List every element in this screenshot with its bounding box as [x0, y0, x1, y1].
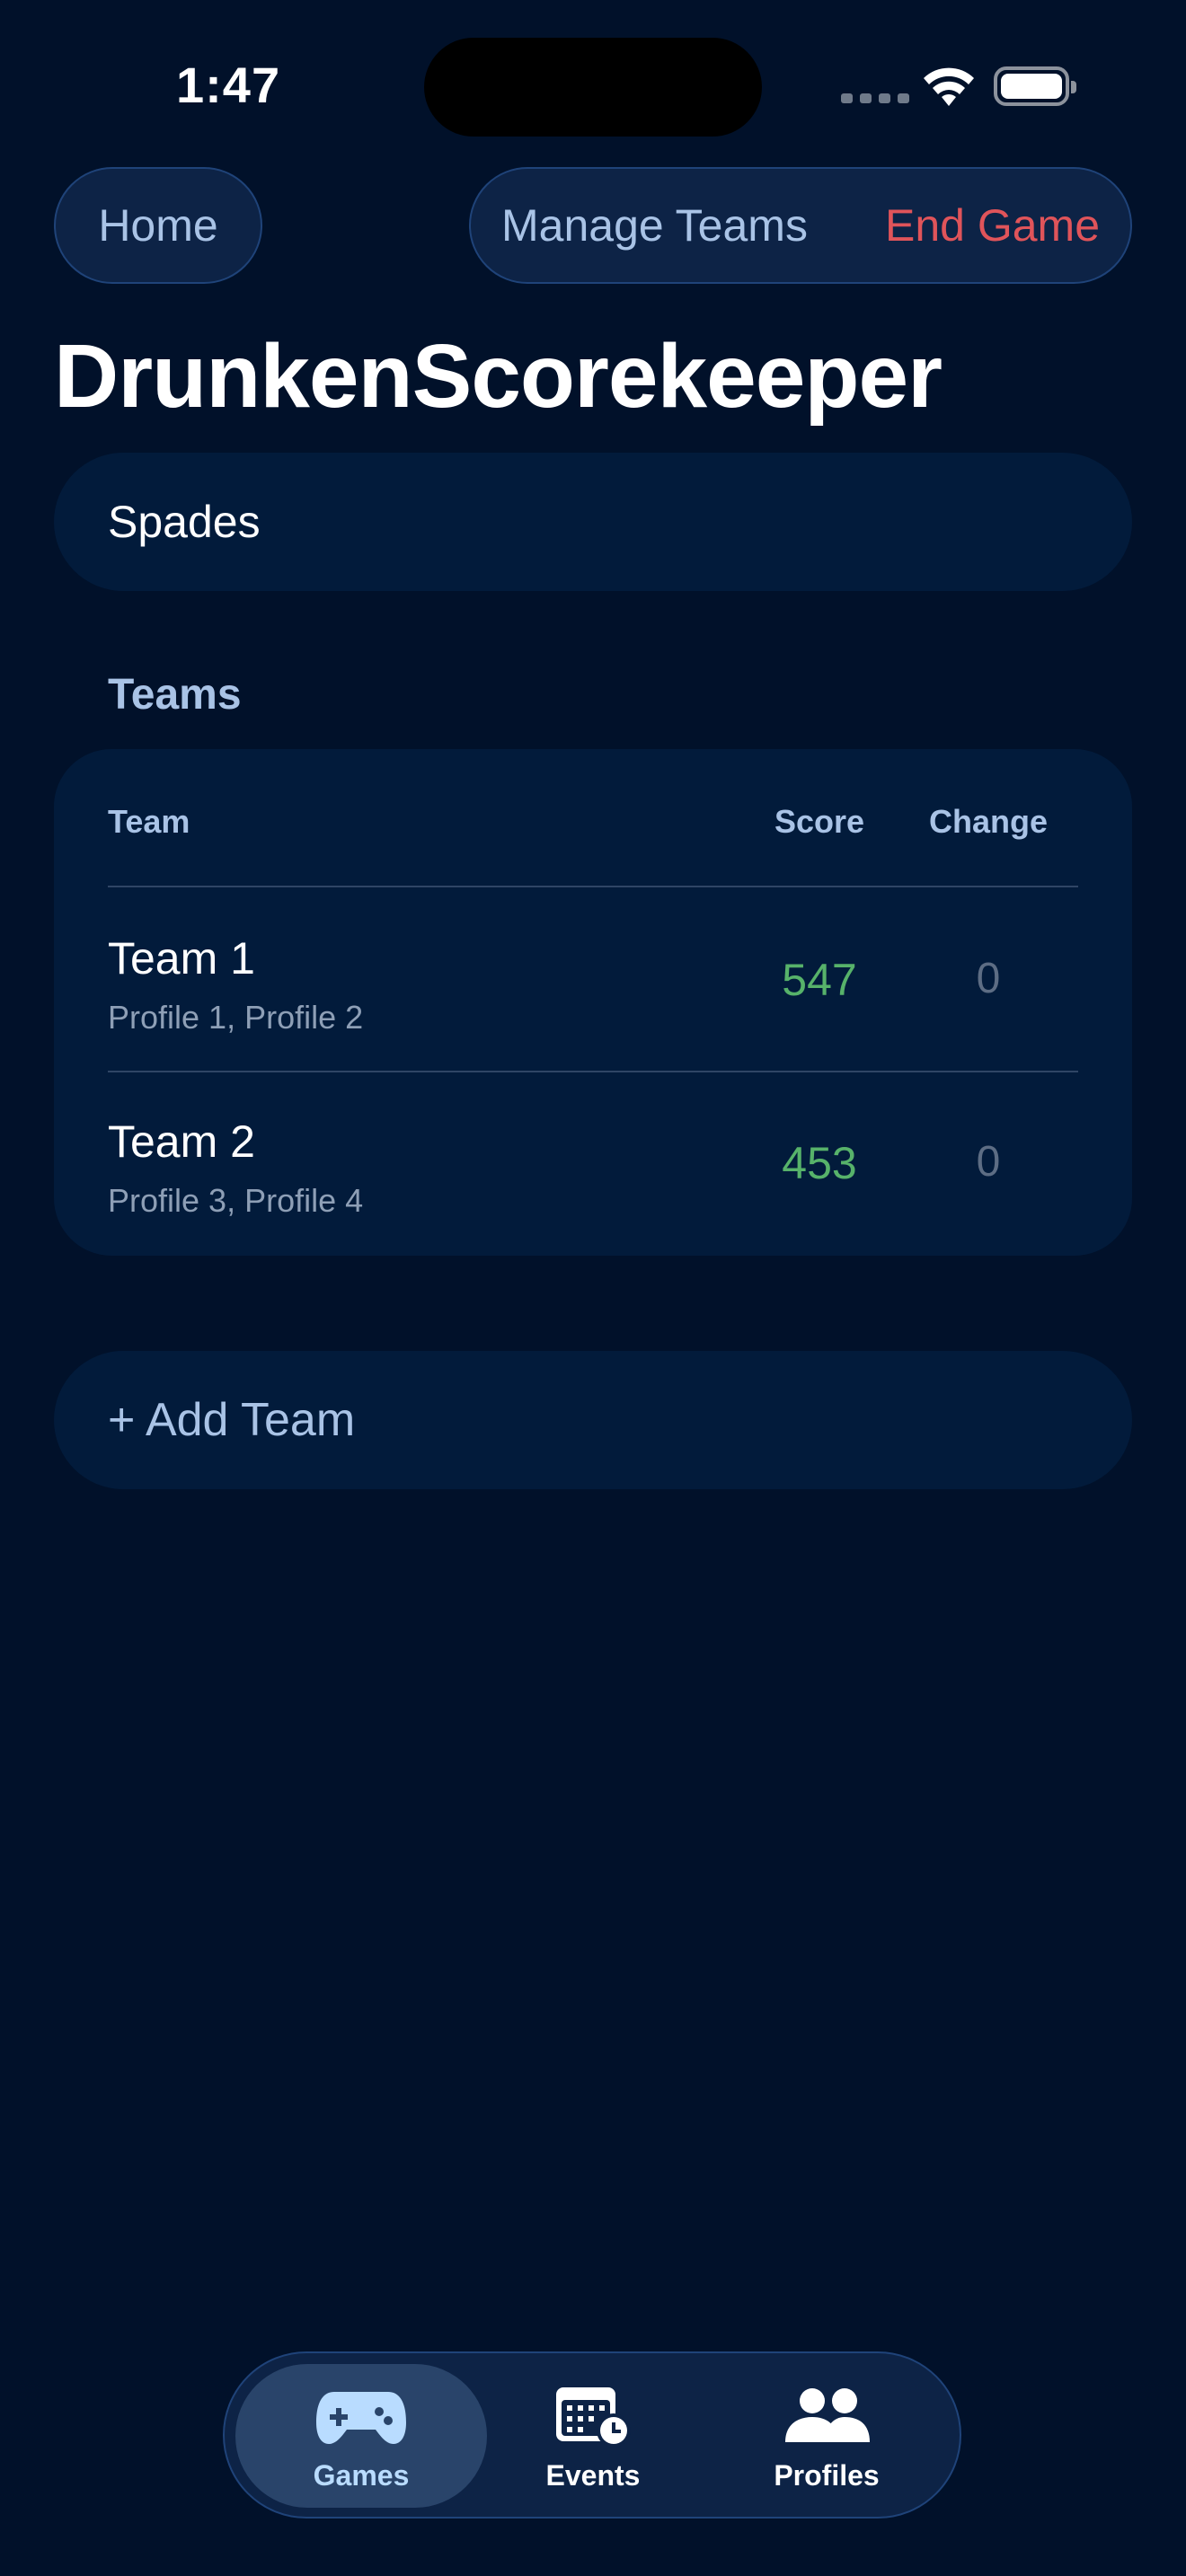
tab-bar: Games Events Profiles [223, 2351, 961, 2519]
team-name: Team 2 [108, 1116, 255, 1167]
gamepad-icon [312, 2380, 411, 2452]
game-actions-group: Manage Teams End Game [469, 167, 1132, 284]
status-time: 1:47 [176, 57, 281, 113]
column-header-team: Team [108, 803, 190, 840]
home-button[interactable]: Home [54, 167, 262, 284]
teams-section-label: Teams [108, 671, 242, 719]
people-icon [777, 2380, 876, 2452]
manage-teams-button[interactable]: Manage Teams [501, 199, 808, 251]
calendar-clock-icon [544, 2380, 642, 2452]
game-type-field[interactable]: Spades [54, 453, 1132, 591]
tab-games-label: Games [313, 2458, 410, 2492]
tab-events-label: Events [545, 2458, 641, 2492]
teams-table: Team Score Change Team 1 Profile 1, Prof… [54, 749, 1132, 1256]
team-members: Profile 1, Profile 2 [108, 999, 364, 1036]
add-team-button[interactable]: + Add Team [54, 1351, 1132, 1489]
page-title: DrunkenScorekeeper [54, 326, 943, 427]
tab-events[interactable]: Events [467, 2364, 719, 2508]
wifi-icon [924, 67, 974, 106]
screen: 1:47 Home Manage Teams End Game DrunkenS… [0, 0, 1186, 2576]
team-name: Team 1 [108, 933, 255, 984]
table-row[interactable]: Team 1 Profile 1, Profile 2 547 0 [54, 887, 1132, 1071]
team-change: 0 [976, 1138, 1001, 1186]
tab-profiles-label: Profiles [774, 2458, 880, 2492]
column-header-score: Score [774, 803, 865, 840]
dynamic-island [424, 38, 762, 137]
tab-games[interactable]: Games [235, 2364, 487, 2508]
end-game-button[interactable]: End Game [885, 199, 1100, 251]
team-score: 453 [782, 1138, 857, 1188]
team-members: Profile 3, Profile 4 [108, 1182, 364, 1219]
cellular-signal-icon [841, 93, 909, 103]
team-change: 0 [976, 955, 1001, 1002]
team-score: 547 [782, 955, 857, 1005]
tab-profiles[interactable]: Profiles [701, 2364, 952, 2508]
column-header-change: Change [928, 803, 1048, 840]
table-row[interactable]: Team 2 Profile 3, Profile 4 453 0 [54, 1071, 1132, 1254]
battery-icon [994, 66, 1076, 106]
